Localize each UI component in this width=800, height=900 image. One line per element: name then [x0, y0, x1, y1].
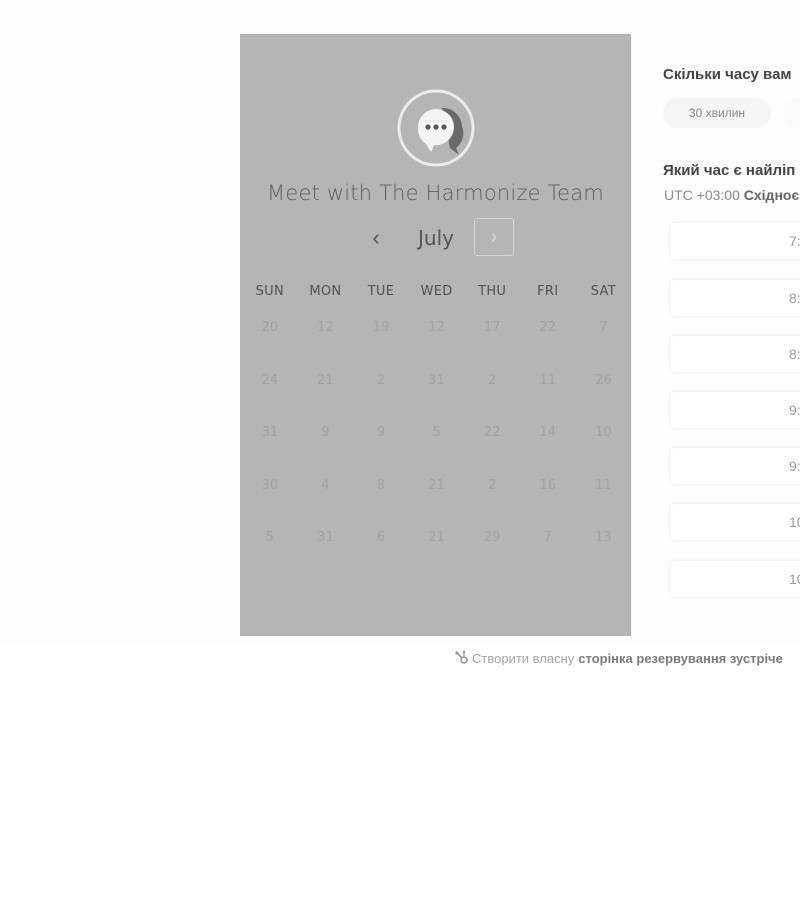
- weekday-header: SUN MON TUE WED THU FRI SAT: [242, 284, 631, 299]
- footer-link[interactable]: сторінка резервування зустріче: [578, 651, 783, 666]
- calendar-day[interactable]: 8: [353, 470, 409, 523]
- calendar-day[interactable]: 7: [576, 312, 632, 365]
- calendar-day[interactable]: 2: [353, 365, 409, 418]
- timezone-offset: UTC +03:00: [664, 187, 740, 203]
- calendar-day[interactable]: 10: [576, 417, 632, 470]
- calendar-day[interactable]: 19: [353, 312, 409, 365]
- calendar-day[interactable]: 7: [520, 522, 576, 575]
- duration-option-30[interactable]: 30 хвилин: [663, 98, 771, 128]
- calendar-day[interactable]: 20: [242, 312, 298, 365]
- calendar-day[interactable]: 24: [242, 365, 298, 418]
- time-slot[interactable]: 8:: [671, 336, 800, 372]
- time-question: Який час є найліп: [663, 162, 796, 179]
- calendar-day[interactable]: 31: [242, 417, 298, 470]
- calendar-day[interactable]: 22: [464, 417, 520, 470]
- time-slot-label: 9:: [789, 402, 800, 418]
- weekday-label: WED: [420, 284, 453, 299]
- calendar-day[interactable]: 11: [520, 365, 576, 418]
- weekday-label: FRI: [537, 284, 559, 299]
- footer-text: Створити власну: [472, 650, 575, 666]
- calendar-day[interactable]: 21: [409, 522, 465, 575]
- weekday-label: SUN: [255, 284, 284, 299]
- timezone-selector[interactable]: UTC +03:00 Східноє: [664, 187, 799, 203]
- calendar-day[interactable]: 16: [520, 470, 576, 523]
- duration-option-next[interactable]: [783, 98, 800, 128]
- chevron-right-icon: ›: [490, 225, 498, 248]
- time-slot-label: 9:: [789, 458, 800, 474]
- weekday-label: THU: [478, 284, 507, 299]
- calendar-panel: Meet with The Harmonize Team ‹ July › SU…: [240, 34, 631, 636]
- time-slot[interactable]: 7:: [671, 223, 800, 259]
- calendar-day[interactable]: 12: [409, 312, 465, 365]
- next-month-button[interactable]: ›: [474, 218, 514, 256]
- calendar-day[interactable]: 2: [464, 365, 520, 418]
- weekday-label: MON: [309, 284, 342, 299]
- footer-promo: Створити власну сторінка резервування зу…: [454, 650, 783, 666]
- weekday-label: SAT: [590, 284, 616, 299]
- calendar-day[interactable]: 14: [520, 417, 576, 470]
- calendar-day[interactable]: 6: [353, 522, 409, 575]
- booking-panel: Скільки часу вам 30 хвилин Який час є на…: [631, 34, 800, 636]
- duration-option-label: 30 хвилин: [688, 106, 746, 120]
- calendar-day[interactable]: 9: [298, 417, 354, 470]
- calendar-day[interactable]: 26: [576, 365, 632, 418]
- duration-question: Скільки часу вам: [663, 66, 792, 83]
- month-label: July: [418, 226, 454, 250]
- calendar-day[interactable]: 4: [298, 470, 354, 523]
- time-slot[interactable]: 9:: [671, 392, 800, 428]
- calendar-day[interactable]: 9: [353, 417, 409, 470]
- calendar-day[interactable]: 31: [298, 522, 354, 575]
- calendar-day[interactable]: 21: [298, 365, 354, 418]
- time-slot[interactable]: 8:: [671, 280, 800, 316]
- time-slot[interactable]: 9:: [671, 448, 800, 484]
- calendar-day[interactable]: 13: [576, 522, 632, 575]
- time-slot-label: 8:: [789, 290, 800, 306]
- calendar-day[interactable]: 2: [464, 470, 520, 523]
- calendar-day[interactable]: 30: [242, 470, 298, 523]
- calendar-day[interactable]: 31: [409, 365, 465, 418]
- meeting-title: Meet with The Harmonize Team: [267, 181, 604, 205]
- calendar-day[interactable]: 17: [464, 312, 520, 365]
- calendar-day[interactable]: 5: [409, 417, 465, 470]
- timezone-name: Східноє: [743, 187, 800, 203]
- calendar-day[interactable]: 22: [520, 312, 576, 365]
- time-slot[interactable]: 10: [671, 561, 800, 597]
- time-slot-label: 10: [789, 571, 800, 587]
- calendar-day[interactable]: 29: [464, 522, 520, 575]
- weekday-label: TUE: [367, 284, 395, 299]
- time-slot-label: 7:: [789, 233, 800, 249]
- sprocket-icon: [455, 650, 468, 664]
- calendar-day[interactable]: 21: [409, 470, 465, 523]
- time-slot-label: 8:: [789, 346, 800, 362]
- time-slot[interactable]: 10: [671, 504, 800, 540]
- calendar-days-grid: 20 12 19 12 17 22 7 24 21 2 31 2 11 26 3…: [242, 312, 631, 575]
- time-slot-label: 10: [789, 514, 800, 530]
- chevron-left-icon: ‹: [372, 225, 380, 250]
- calendar-day[interactable]: 11: [576, 470, 632, 523]
- prev-month-button[interactable]: ‹: [362, 220, 390, 256]
- calendar-day[interactable]: 5: [242, 522, 298, 575]
- calendar-day[interactable]: 12: [298, 312, 354, 365]
- chat-bubble-logo-icon: [397, 89, 475, 167]
